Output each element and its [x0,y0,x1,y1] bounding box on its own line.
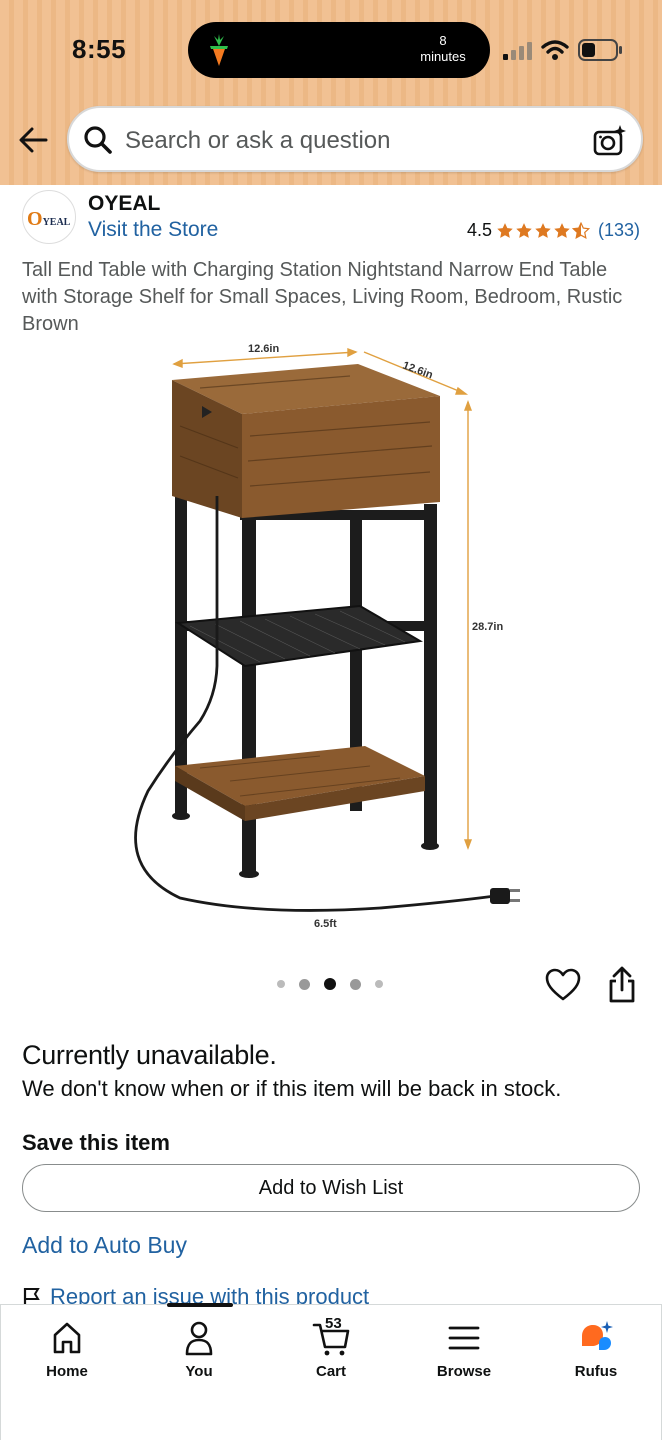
dim-height-label: 28.7in [472,621,503,633]
carousel-dot[interactable] [350,978,361,990]
brand-logo[interactable]: OYEAL [22,190,76,244]
carousel-dot[interactable] [299,978,310,990]
search-input[interactable]: Search or ask a question [125,127,391,155]
drawer-front [242,396,440,518]
star-rating [496,221,590,240]
cart-icon-wrap: 53 [311,1315,351,1357]
home-icon [53,1322,81,1354]
carousel-dot[interactable] [277,980,285,988]
nav-you[interactable]: You [154,1319,244,1380]
product-title: Tall End Table with Charging Station Nig… [22,259,623,335]
brand-logo-initial: O [27,208,43,230]
cart-count-badge: 53 [325,1315,342,1332]
save-item-heading: Save this item [22,1130,170,1155]
nav-browse[interactable]: Browse [419,1319,509,1380]
brand-logo-text: YEAL [42,217,71,228]
half-star-icon [571,221,590,239]
star-icon [497,222,513,238]
dim-depth-label: 12.6in [401,360,435,382]
activity-timer: 8 minutes [408,33,478,65]
rufus-icon [582,1321,613,1350]
nav-cart-label: Cart [315,1363,346,1380]
add-to-auto-buy-link[interactable]: Add to Auto Buy [22,1232,187,1259]
nav-home-label: Home [46,1363,88,1380]
search-icon [84,126,112,154]
product-image[interactable]: 12.6in 12.6in 28.7in 6.5ft [120,336,550,936]
live-activity-island[interactable]: 8 minutes [188,22,490,78]
cellular-signal-icon [503,42,532,60]
star-icon [516,222,532,238]
nav-browse-label: Browse [436,1363,492,1380]
visit-store-link[interactable]: Visit the Store [88,218,218,242]
active-tab-indicator [167,1303,233,1307]
rating-value: 4.5 [466,220,492,240]
nav-you-label: You [185,1363,213,1380]
activity-value: 8 [439,33,447,48]
rating-summary[interactable]: 4.5 (133) [467,220,640,241]
bottom-nav: Home You 53 Cart Browse Rufus [0,1303,662,1440]
mesh-shelf [175,604,423,668]
add-to-wish-list-button[interactable]: Add to Wish List [22,1164,640,1212]
nav-rufus-label: Rufus [574,1363,618,1380]
carrot-icon [210,34,228,66]
nav-cart[interactable]: 53 Cart [286,1315,376,1380]
wifi-icon [541,40,569,60]
plug [490,888,510,904]
status-time: 8:55 [72,34,127,64]
app-header: 8:55 8 minutes Search or ask a question [0,0,662,185]
availability-message: We don't know when or if this item will … [22,1076,562,1101]
rating-count[interactable]: (133) [598,220,640,241]
nav-rufus[interactable]: Rufus [551,1319,641,1380]
share-icon[interactable] [606,966,638,1004]
image-carousel-dots[interactable] [277,978,383,990]
back-arrow-icon[interactable] [16,122,52,158]
camera-search-icon[interactable] [593,124,627,156]
brand-name: OYEAL [88,192,161,215]
star-icon [554,222,570,238]
star-icon [535,222,551,238]
dim-width-label: 12.6in [248,343,279,355]
power-cord [134,496,496,912]
carousel-dot-active[interactable] [324,978,336,990]
table-frame [172,476,439,878]
dim-cord-label: 6.5ft [314,918,337,930]
activity-unit: minutes [420,49,466,64]
menu-icon [448,1326,480,1350]
search-bar[interactable]: Search or ask a question [67,106,643,172]
availability-heading: Currently unavailable. [22,1040,277,1070]
wishlist-heart-icon[interactable] [545,968,581,1002]
person-icon [185,1321,213,1356]
nav-home[interactable]: Home [22,1319,112,1380]
carousel-dot[interactable] [375,980,383,988]
battery-icon [578,39,622,61]
